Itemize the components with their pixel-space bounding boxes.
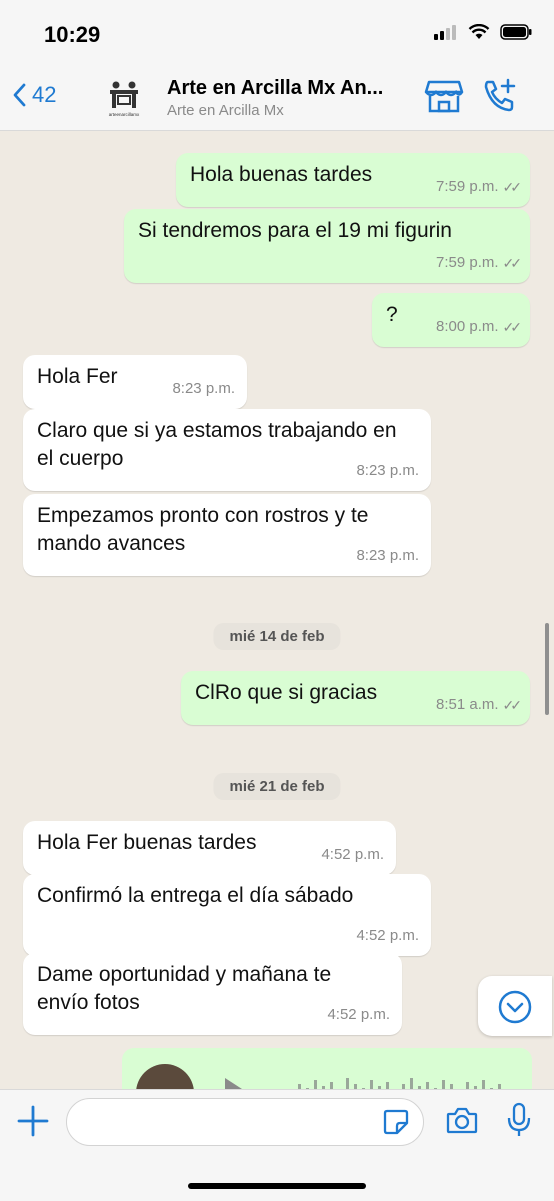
clock: 10:29 xyxy=(44,22,101,47)
microphone-icon[interactable] xyxy=(507,1102,531,1138)
chevron-left-icon xyxy=(13,83,26,107)
phone-plus-icon[interactable] xyxy=(482,78,518,114)
message-text: Hola buenas tardes xyxy=(190,163,373,186)
message-text: ? xyxy=(386,303,398,326)
avatar-logo-text: arteenarcillamx xyxy=(109,112,140,117)
message-time: 8:00 p.m. xyxy=(435,318,499,335)
message-text: Si tendremos para el 19 mi figurin xyxy=(138,219,452,242)
chevron-down-icon xyxy=(498,990,532,1024)
message-time: 7:59 p.m. xyxy=(435,178,499,195)
chat-subtitle[interactable]: Arte en Arcilla Mx xyxy=(167,102,284,119)
signal-icon xyxy=(434,25,456,40)
message-meta: 7:59 p.m. ✓✓ xyxy=(435,249,523,277)
sticker-icon[interactable] xyxy=(383,1109,409,1135)
message-bubble-incoming[interactable]: Hola Fer 8:23 p.m. xyxy=(23,355,247,409)
date-separator: mié 21 de feb xyxy=(213,773,341,800)
message-time: 4:52 p.m. xyxy=(327,1006,390,1023)
message-time: 4:52 p.m. xyxy=(321,846,384,863)
message-text: Empezamos pronto con rostros y te mando … xyxy=(37,504,369,555)
message-bubble-incoming[interactable]: Empezamos pronto con rostros y te mando … xyxy=(23,494,431,576)
message-meta: 8:23 p.m. xyxy=(172,375,235,403)
message-meta: 4:52 p.m. xyxy=(327,1001,390,1029)
message-time: 8:51 a.m. xyxy=(435,696,499,713)
wifi-icon xyxy=(468,24,490,39)
message-meta: 4:52 p.m. xyxy=(356,922,419,950)
message-time: 4:52 p.m. xyxy=(356,927,419,944)
read-receipt-icon: ✓✓ xyxy=(502,255,523,271)
status-bar: 10:29 xyxy=(0,0,554,64)
unread-count: 42 xyxy=(32,82,57,107)
message-time: 8:23 p.m. xyxy=(356,462,419,479)
message-text: Dame oportunidad y mañana te envío fotos xyxy=(37,963,332,1014)
message-text: Claro que si ya estamos trabajando en el… xyxy=(37,419,397,470)
message-text: ClRo que si gracias xyxy=(195,681,378,704)
message-meta: 8:23 p.m. xyxy=(356,457,419,485)
store-icon[interactable] xyxy=(424,78,464,114)
message-text: Hola Fer xyxy=(37,365,118,388)
message-input[interactable] xyxy=(66,1098,424,1146)
scroll-to-bottom-button[interactable] xyxy=(478,976,552,1036)
battery-icon xyxy=(500,24,532,40)
message-bubble-incoming[interactable]: Claro que si ya estamos trabajando en el… xyxy=(23,409,431,491)
message-bubble-incoming[interactable]: Dame oportunidad y mañana te envío fotos… xyxy=(23,953,402,1035)
message-time: 8:23 p.m. xyxy=(356,547,419,564)
message-meta: 8:51 a.m. ✓✓ xyxy=(435,691,523,719)
status-icons xyxy=(434,24,532,40)
message-bubble-outgoing[interactable]: ? 8:00 p.m. ✓✓ xyxy=(372,293,530,347)
back-button[interactable]: 42 xyxy=(12,82,56,108)
message-bubble-outgoing[interactable]: Si tendremos para el 19 mi figurin 7:59 … xyxy=(124,209,530,283)
message-bubble-incoming[interactable]: Confirmó la entrega el día sábado 4:52 p… xyxy=(23,874,431,956)
message-meta: 4:52 p.m. xyxy=(321,841,384,869)
read-receipt-icon: ✓✓ xyxy=(502,179,523,195)
read-receipt-icon: ✓✓ xyxy=(502,319,523,335)
message-meta: 8:00 p.m. ✓✓ xyxy=(435,313,523,341)
message-list[interactable]: Hola buenas tardes 7:59 p.m. ✓✓ Si tendr… xyxy=(0,131,554,1089)
message-bubble-outgoing[interactable]: Hola buenas tardes 7:59 p.m. ✓✓ xyxy=(176,153,530,207)
scrollbar[interactable] xyxy=(545,623,549,715)
read-receipt-icon: ✓✓ xyxy=(502,697,523,713)
message-text: Confirmó la entrega el día sábado xyxy=(37,884,354,907)
message-bubble-outgoing[interactable]: ClRo que si gracias 8:51 a.m. ✓✓ xyxy=(181,671,530,725)
date-separator: mié 14 de feb xyxy=(213,623,341,650)
chat-title[interactable]: Arte en Arcilla Mx An... xyxy=(167,77,383,100)
message-time: 8:23 p.m. xyxy=(172,380,235,397)
message-text: Hola Fer buenas tardes xyxy=(37,831,257,854)
contact-avatar[interactable]: arteenarcillamx xyxy=(104,78,144,118)
chat-header: 42 arteenarcillamx Arte en Arcilla Mx An… xyxy=(0,64,554,131)
message-bubble-incoming[interactable]: Hola Fer buenas tardes 4:52 p.m. xyxy=(23,821,396,875)
plus-icon[interactable] xyxy=(16,1104,50,1138)
message-meta: 8:23 p.m. xyxy=(356,542,419,570)
message-time: 7:59 p.m. xyxy=(435,254,499,271)
message-meta: 7:59 p.m. ✓✓ xyxy=(435,173,523,201)
camera-icon[interactable] xyxy=(446,1106,478,1134)
home-indicator[interactable] xyxy=(188,1183,366,1189)
